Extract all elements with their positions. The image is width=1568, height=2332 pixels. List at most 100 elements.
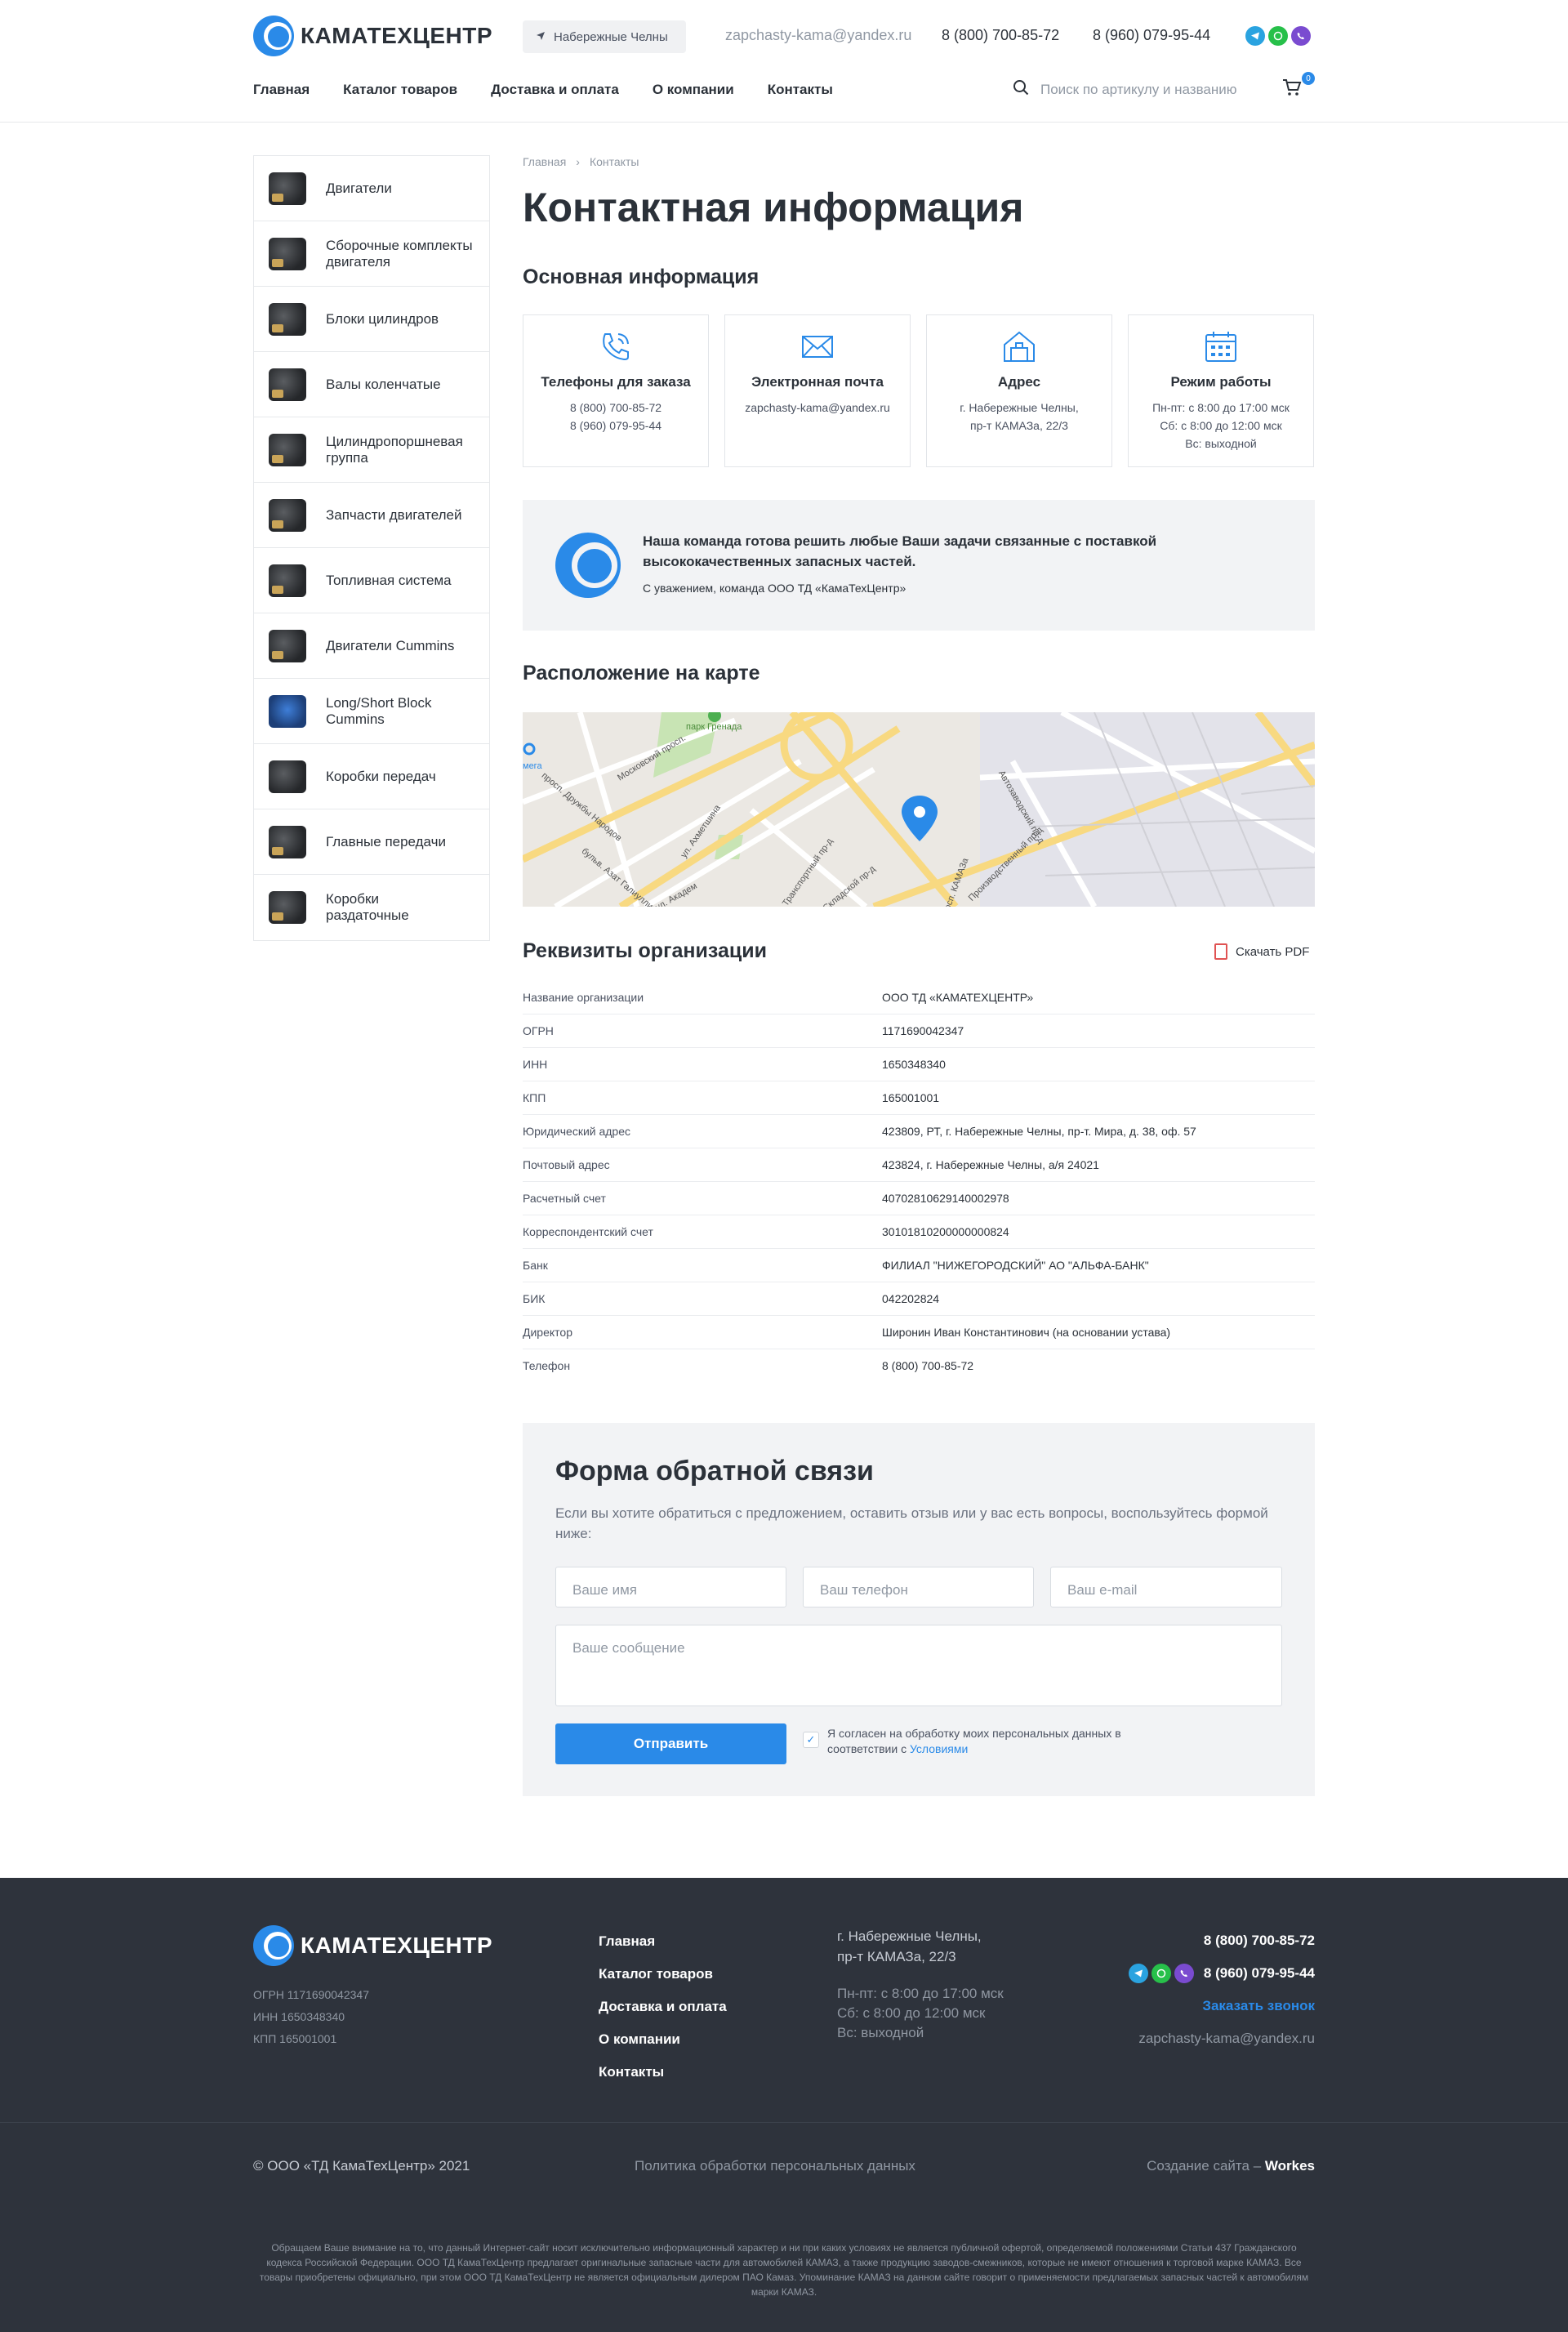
sidebar-item-final-drives[interactable]: Главные передачи: [254, 809, 489, 875]
engine-thumbnail: [269, 433, 306, 466]
sidebar-item-label: Двигатели Cummins: [326, 637, 455, 653]
nav-home[interactable]: Главная: [253, 82, 310, 98]
sidebar-item-transfer-cases[interactable]: Коробки раздаточные: [254, 875, 489, 940]
req-value: 30101810200000000824: [882, 1225, 1009, 1238]
telegram-icon[interactable]: [1128, 1964, 1148, 1983]
footer-nav-about[interactable]: О компании: [599, 2023, 727, 2056]
header-social-links: [1245, 26, 1311, 46]
viber-icon[interactable]: [1291, 26, 1311, 46]
viber-icon[interactable]: [1174, 1964, 1194, 1983]
table-row: ИНН 1650348340: [523, 1048, 1315, 1081]
nav-catalog[interactable]: Каталог товаров: [343, 82, 457, 98]
location-map[interactable]: парк Гренада Московский просп. просп. Др…: [523, 712, 1315, 907]
map-label: мега: [523, 761, 542, 771]
footer-requisites: ОГРН 1171690042347 ИНН 1650348340 КПП 16…: [253, 1984, 369, 2050]
footer-hours: Пн-пт: с 8:00 до 17:00 мск Сб: с 8:00 до…: [837, 1984, 1004, 2043]
sidebar-item-engine-parts[interactable]: Запчасти двигателей: [254, 483, 489, 548]
callback-link[interactable]: Заказать звонок: [1129, 1990, 1315, 2022]
breadcrumb-current: Контакты: [589, 155, 639, 168]
house-icon: [1001, 328, 1037, 364]
sidebar-item-fuel-system[interactable]: Топливная система: [254, 548, 489, 613]
footer-hours-line: Сб: с 8:00 до 12:00 мск: [837, 2005, 986, 2021]
developer-credit: Создание сайта – Workes: [1147, 2158, 1315, 2174]
footer-logo[interactable]: КАМАТЕХЦЕНТР: [253, 1925, 492, 1966]
card-email[interactable]: zapchasty-kama@yandex.ru: [732, 399, 903, 417]
footer-phone-1[interactable]: 8 (800) 700-85-72: [1129, 1924, 1315, 1957]
cart-icon: [1282, 79, 1302, 100]
footer-phone-2[interactable]: 8 (960) 079-95-44: [1204, 1957, 1315, 1990]
sidebar-item-gearboxes[interactable]: Коробки передач: [254, 744, 489, 809]
email-field[interactable]: Ваш e-mail: [1050, 1567, 1282, 1607]
logo[interactable]: КАМАТЕХЦЕНТР: [253, 16, 492, 56]
sidebar-item-label: Long/Short Block Cummins: [326, 694, 432, 727]
sidebar-item-label: Главные передачи: [326, 833, 446, 849]
download-pdf-link[interactable]: Скачать PDF: [1214, 943, 1309, 960]
phone-field[interactable]: Ваш телефон: [803, 1567, 1034, 1607]
footer-inn: ИНН 1650348340: [253, 2010, 345, 2023]
telegram-icon[interactable]: [1245, 26, 1265, 46]
sidebar-item-engines[interactable]: Двигатели: [254, 156, 489, 221]
req-key: Расчетный счет: [523, 1192, 606, 1205]
footer-nav-delivery[interactable]: Доставка и оплата: [599, 1991, 727, 2023]
sidebar-item-long-short-block[interactable]: Long/Short Block Cummins: [254, 679, 489, 744]
privacy-policy-link[interactable]: Политика обработки персональных данных: [635, 2158, 915, 2174]
consent-terms-link[interactable]: Условиями: [910, 1742, 968, 1755]
nav-contacts[interactable]: Контакты: [768, 82, 833, 98]
nav-about[interactable]: О компании: [653, 82, 734, 98]
card-phone-1[interactable]: 8 (800) 700-85-72: [530, 399, 702, 417]
developer-credit-label: Создание сайта –: [1147, 2158, 1262, 2174]
footer-phone-2-row: 8 (960) 079-95-44: [1128, 1957, 1315, 1990]
footer-address: г. Набережные Челны, пр-т КАМАЗа, 22/3: [837, 1926, 982, 1967]
search-box[interactable]: Поиск по артикулу и названию: [1013, 79, 1237, 100]
req-key: Юридический адрес: [523, 1125, 631, 1138]
search-icon[interactable]: [1013, 79, 1029, 100]
city-selector[interactable]: Набережные Челны: [523, 20, 686, 53]
table-row: ОГРН 1171690042347: [523, 1014, 1315, 1048]
footer-nav-catalog[interactable]: Каталог товаров: [599, 1958, 727, 1991]
footer-nav-contacts[interactable]: Контакты: [599, 2056, 727, 2089]
sidebar-item-cylinder-blocks[interactable]: Блоки цилиндров: [254, 287, 489, 352]
req-key: Банк: [523, 1259, 548, 1272]
footer-email-link[interactable]: zapchasty-kama@yandex.ru: [1129, 2022, 1315, 2055]
sidebar-item-label: Сборочные комплекты двигателя: [326, 237, 473, 270]
sidebar-item-engine-kits[interactable]: Сборочные комплекты двигателя: [254, 221, 489, 287]
location-arrow-icon: [536, 30, 546, 44]
req-key: Директор: [523, 1326, 572, 1339]
footer-nav-home[interactable]: Главная: [599, 1925, 727, 1958]
consent-checkbox[interactable]: ✓: [803, 1732, 819, 1748]
envelope-icon: [800, 328, 835, 364]
engine-thumbnail: [269, 237, 306, 270]
footer-kpp: КПП 165001001: [253, 2032, 337, 2045]
sidebar-item-label: Коробки раздаточные: [326, 891, 409, 923]
header-phone-2[interactable]: 8 (960) 079-95-44: [1093, 27, 1210, 44]
footer-divider: [0, 2122, 1568, 2123]
engine-thumbnail: [269, 368, 306, 401]
consent-text: Я согласен на обработку моих персональны…: [827, 1726, 1121, 1757]
card-phone-2[interactable]: 8 (960) 079-95-44: [530, 417, 702, 435]
form-description: Если вы хотите обратиться с предложением…: [555, 1505, 1268, 1541]
whatsapp-icon[interactable]: [1151, 1964, 1171, 1983]
whatsapp-icon[interactable]: [1268, 26, 1288, 46]
sidebar-item-label: Блоки цилиндров: [326, 310, 439, 327]
header-phone-1[interactable]: 8 (800) 700-85-72: [942, 27, 1059, 44]
catalog-sidebar: Двигатели Сборочные комплекты двигателя …: [253, 155, 490, 941]
sidebar-item-piston-group[interactable]: Цилиндропоршневая группа: [254, 417, 489, 483]
cart-button[interactable]: 0: [1282, 72, 1315, 100]
req-value: ФИЛИАЛ "НИЖЕГОРОДСКИЙ" АО "АЛЬФА-БАНК": [882, 1259, 1149, 1272]
page-title: Контактная информация: [523, 185, 1024, 230]
sidebar-item-cummins-engines[interactable]: Двигатели Cummins: [254, 613, 489, 679]
submit-button[interactable]: Отправить: [555, 1723, 786, 1764]
hours-card: Режим работы Пн-пт: с 8:00 до 17:00 мск …: [1128, 314, 1314, 467]
message-field[interactable]: Ваше сообщение: [555, 1625, 1282, 1706]
nav-delivery[interactable]: Доставка и оплата: [491, 82, 619, 98]
breadcrumb-home[interactable]: Главная: [523, 155, 566, 168]
search-input[interactable]: Поиск по артикулу и названию: [1040, 82, 1237, 98]
req-value: ООО ТД «КАМАТЕХЦЕНТР»: [882, 991, 1034, 1004]
card-value: г. Набережные Челны, пр-т КАМАЗа, 22/3: [927, 399, 1111, 435]
map-title: Расположение на карте: [523, 662, 760, 684]
name-field[interactable]: Ваше имя: [555, 1567, 786, 1607]
sidebar-item-label: Топливная система: [326, 572, 452, 588]
header-email-link[interactable]: zapchasty-kama@yandex.ru: [725, 27, 911, 44]
developer-link[interactable]: Workes: [1265, 2158, 1315, 2174]
sidebar-item-crankshafts[interactable]: Валы коленчатые: [254, 352, 489, 417]
